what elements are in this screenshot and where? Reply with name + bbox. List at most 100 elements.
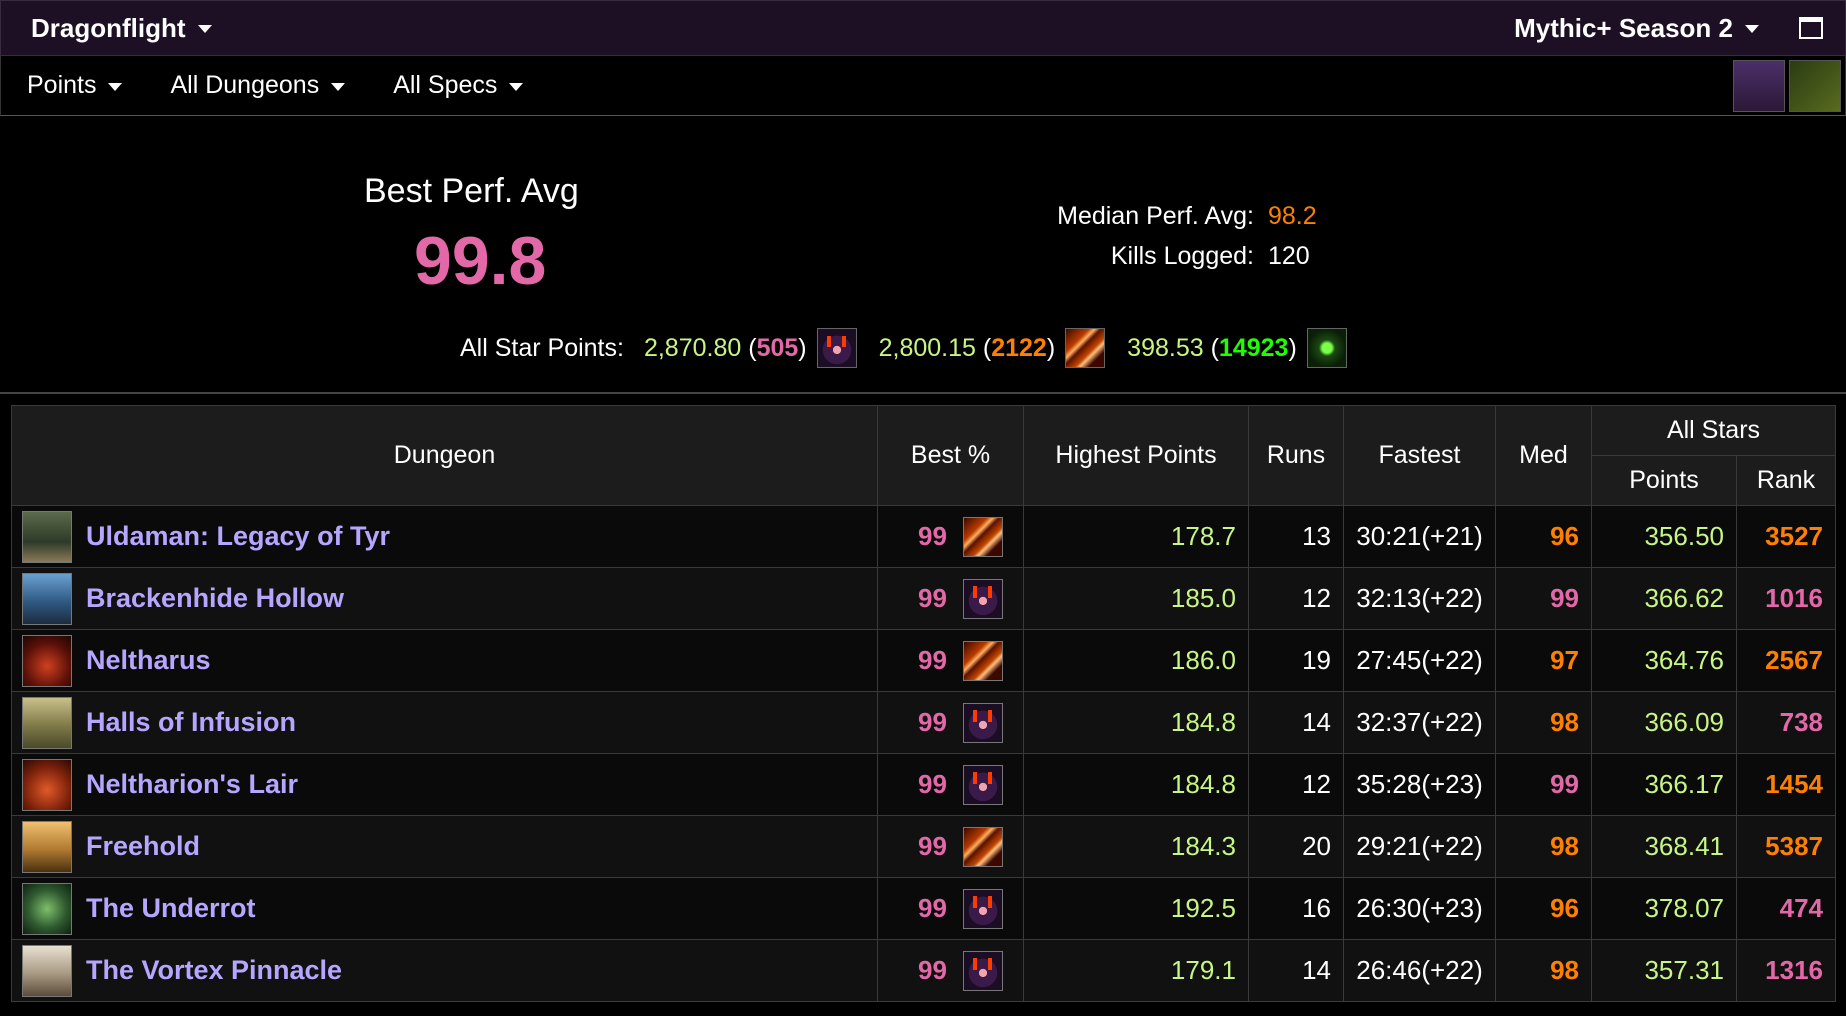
chevron-down-icon [1745,25,1759,33]
dungeon-icon [22,510,72,563]
cell-allstar-rank: 2567 [1736,629,1836,692]
cell-med: 99 [1495,753,1592,816]
header-med[interactable]: Med [1495,405,1592,506]
summary-panel: Best Perf. Avg 99.8 Median Perf. Avg: 98.… [0,116,1846,394]
cell-allstar-rank: 3527 [1736,505,1836,568]
dungeon-icon [22,696,72,749]
cell-dungeon: Brackenhide Hollow [11,567,878,630]
dungeon-name-link[interactable]: Neltharion's Lair [86,769,298,800]
header-highest-points[interactable]: Highest Points [1023,405,1249,506]
allstar-entry: 2,800.15 (2122) [879,328,1106,368]
header-fastest[interactable]: Fastest [1343,405,1496,506]
cell-med: 97 [1495,629,1592,692]
dungeon-name-link[interactable]: Brackenhide Hollow [86,583,344,614]
header-best[interactable]: Best % [877,405,1024,506]
chevron-down-icon [509,82,524,91]
cell-best: 99 [877,753,1024,816]
table-row[interactable]: Freehold 99 184.3 20 29:21(+22) 98 368.41 5387 [11,815,1836,878]
keystone-icon[interactable] [1789,59,1841,112]
table-row[interactable]: The Vortex Pinnacle 99 179.1 14 26:46(+22) 98… [11,939,1836,1002]
fury-spec-icon[interactable] [1065,328,1106,368]
best-percent: 99 [918,893,947,923]
table-row[interactable]: Uldaman: Legacy of Tyr 99 178.7 13 30:21(+21… [11,505,1836,568]
cell-best: 99 [877,815,1024,878]
metric-filter[interactable]: Points [27,71,123,100]
cell-highest-points: 184.8 [1023,691,1249,754]
dungeon-icon [22,634,72,687]
cell-fastest[interactable]: 35:28(+23) [1343,753,1496,816]
dungeon-icon [22,882,72,935]
maximize-icon[interactable] [1799,17,1823,39]
cell-allstar-points: 366.09 [1591,691,1737,754]
demonic-spec-icon[interactable] [962,888,1003,929]
best-percent: 99 [918,521,947,551]
cell-fastest[interactable]: 30:21(+21) [1343,505,1496,568]
cell-allstar-rank: 5387 [1736,815,1836,878]
demonic-spec-icon[interactable] [962,950,1003,991]
header-allstar-rank[interactable]: Rank [1736,455,1836,506]
cell-best: 99 [877,505,1024,568]
cell-fastest[interactable]: 32:37(+22) [1343,691,1496,754]
allstar-rank: 505 [756,333,799,362]
cell-dungeon: Uldaman: Legacy of Tyr [11,505,878,568]
kills-logged-row: Kills Logged: 120 [1030,242,1310,271]
allstar-points: 2,870.80 [643,333,742,362]
cell-runs: 19 [1248,629,1344,692]
dungeon-icon [22,572,72,625]
dungeon-table: Dungeon Best % Highest Points Runs Faste… [11,405,1836,1002]
spec-filter[interactable]: All Specs [393,71,524,100]
season-dropdown[interactable]: Mythic+ Season 2 [1514,13,1759,44]
cell-best: 99 [877,629,1024,692]
demonic-spec-icon[interactable] [962,578,1003,619]
dungeon-icon [22,944,72,997]
cell-allstar-rank: 1016 [1736,567,1836,630]
cell-fastest[interactable]: 29:21(+22) [1343,815,1496,878]
cell-allstar-points: 364.76 [1591,629,1737,692]
best-percent: 99 [918,707,947,737]
demonic-spec-icon[interactable] [962,702,1003,743]
table-row[interactable]: Halls of Infusion 99 184.8 14 32:37(+22) 98 36… [11,691,1836,754]
dungeon-name-link[interactable]: The Vortex Pinnacle [86,955,342,986]
chevron-down-icon [108,82,123,91]
best-percent: 99 [918,583,947,613]
allstar-points: 398.53 [1127,333,1204,362]
demonic-spec-icon[interactable] [816,328,857,368]
header-allstar-points[interactable]: Points [1591,455,1737,506]
cell-runs: 16 [1248,877,1344,940]
green-spec-icon[interactable] [1306,328,1347,368]
cell-fastest[interactable]: 27:45(+22) [1343,629,1496,692]
table-row[interactable]: Neltharion's Lair 99 184.8 12 35:28(+23) 99 36… [11,753,1836,816]
demonic-spec-icon[interactable] [962,764,1003,805]
fury-spec-icon[interactable] [962,516,1003,557]
cell-fastest[interactable]: 26:46(+22) [1343,939,1496,1002]
dungeon-name-link[interactable]: Neltharus [86,645,211,676]
dungeon-name-link[interactable]: Uldaman: Legacy of Tyr [86,521,390,552]
dungeon-name-link[interactable]: The Underrot [86,893,256,924]
cell-allstar-rank: 738 [1736,691,1836,754]
allstar-rank: 14923 [1218,333,1289,362]
kills-logged-label: Kills Logged: [1110,242,1254,270]
table-row[interactable]: The Underrot 99 192.5 16 26:30(+23) 96 378.07 4… [11,877,1836,940]
allstar-label: All Star Points: [460,333,624,362]
table-row[interactable]: Brackenhide Hollow 99 185.0 12 32:13(+22) 99 3… [11,567,1836,630]
fury-spec-icon[interactable] [962,826,1003,867]
cell-fastest[interactable]: 32:13(+22) [1343,567,1496,630]
cell-best: 99 [877,567,1024,630]
cell-dungeon: Neltharus [11,629,878,692]
spec-filter-label: All Specs [393,71,498,99]
expansion-dropdown[interactable]: Dragonflight [1,13,212,44]
cell-allstar-rank: 1454 [1736,753,1836,816]
fury-spec-icon[interactable] [962,640,1003,681]
dungeon-table-container: Dungeon Best % Highest Points Runs Faste… [11,405,1836,1002]
dungeon-name-link[interactable]: Halls of Infusion [86,707,296,738]
dungeon-name-link[interactable]: Freehold [86,831,200,862]
best-percent: 99 [918,769,947,799]
table-row[interactable]: Neltharus 99 186.0 19 27:45(+22) 97 364.76 2567 [11,629,1836,692]
cell-fastest[interactable]: 26:30(+23) [1343,877,1496,940]
dungeon-filter[interactable]: All Dungeons [170,71,346,100]
cell-runs: 20 [1248,815,1344,878]
swords-icon[interactable] [1733,59,1785,112]
cell-highest-points: 179.1 [1023,939,1249,1002]
header-dungeon[interactable]: Dungeon [11,405,878,506]
header-runs[interactable]: Runs [1248,405,1344,506]
